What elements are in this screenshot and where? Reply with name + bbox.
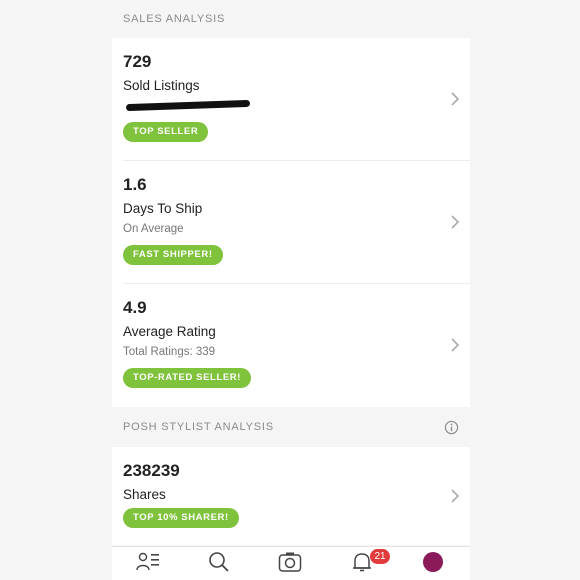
stat-value: 1.6 [123,175,147,194]
stat-subtitle: Total Ratings: 339 [123,346,216,358]
stat-row-days-to-ship[interactable]: 1.6 Days To Ship On Average FAST SHIPPER… [123,161,470,284]
profile-icon[interactable] [423,552,443,572]
bottom-tab-bar: 21 [112,546,470,580]
notification-count-badge: 21 [370,549,390,564]
stat-value: 4.9 [123,298,147,317]
chevron-right-icon [451,215,460,229]
section-title: POSH STYLIST ANALYSIS [123,421,274,433]
stat-row-average-rating[interactable]: 4.9 Average Rating Total Ratings: 339 TO… [123,284,470,407]
stat-title: Average Rating [123,324,216,339]
stat-subtitle: On Average [123,223,184,235]
stylist-analysis-header: POSH STYLIST ANALYSIS [112,407,470,447]
stat-value: 729 [123,52,152,71]
redaction-mark [125,99,251,112]
sales-analysis-header: SALES ANALYSIS [112,0,470,38]
status-badge: TOP 10% SHARER! [123,508,239,528]
stat-row-shares[interactable]: 238239 Shares TOP 10% SHARER! [123,447,470,545]
tab-sell[interactable] [270,551,310,578]
stat-value: 238239 [123,461,180,480]
tab-shop[interactable] [199,551,239,578]
info-icon[interactable] [444,420,459,435]
tab-feed[interactable] [128,551,168,578]
status-badge: TOP SELLER [123,122,209,142]
chevron-right-icon [451,92,460,106]
feed-icon [136,552,159,571]
stats-screen: SALES ANALYSIS 729 Sold Listings TOP SEL… [112,0,470,580]
stat-title: Days To Ship [123,201,203,216]
chevron-right-icon [451,338,460,352]
stat-row-sold-listings[interactable]: 729 Sold Listings TOP SELLER [123,38,470,161]
stylist-analysis-card: 238239 Shares TOP 10% SHARER! [112,447,470,545]
section-title: SALES ANALYSIS [123,13,226,25]
chevron-right-icon [451,489,460,503]
status-badge: FAST SHIPPER! [123,245,223,265]
stat-title: Shares [123,487,166,502]
status-badge: TOP-RATED SELLER! [123,368,252,388]
camera-icon [278,552,302,572]
stat-title: Sold Listings [123,78,200,93]
search-icon [209,552,229,572]
sales-analysis-card: 729 Sold Listings TOP SELLER 1.6 Days To… [112,38,470,407]
